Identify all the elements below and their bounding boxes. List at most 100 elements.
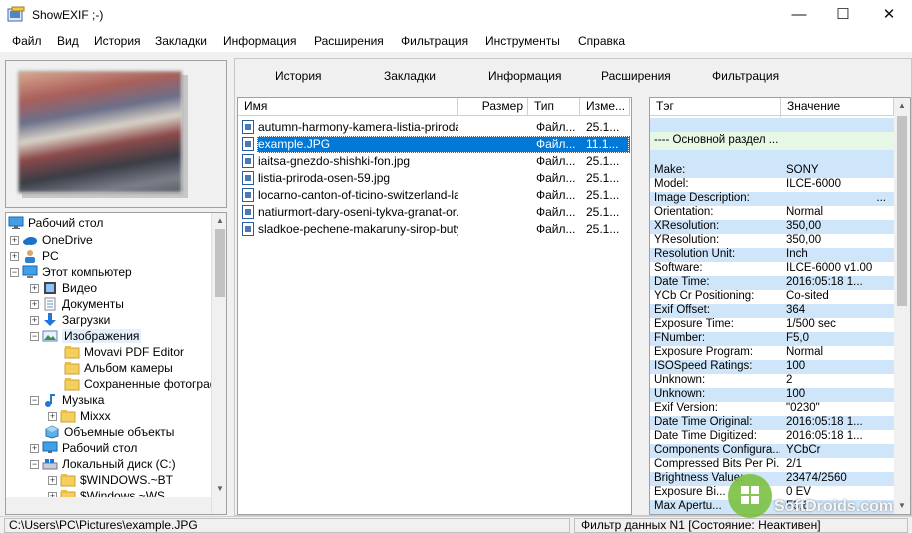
tree-item-this-pc[interactable]: − Этот компьютер — [10, 264, 132, 280]
close-button[interactable]: ✕ — [866, 0, 912, 30]
tree-item-documents[interactable]: + Документы — [30, 296, 124, 312]
column-header-value[interactable]: Значение — [781, 98, 894, 116]
exif-section-header[interactable]: ---- Основной раздел ... — [650, 132, 894, 150]
exif-row[interactable]: Exposure Time: 1/500 sec — [650, 318, 894, 332]
column-header-type[interactable]: Тип — [528, 98, 580, 116]
exif-row[interactable]: Exposure Program: Normal — [650, 346, 894, 360]
scroll-up-icon[interactable]: ▲ — [894, 98, 910, 114]
tree-item-downloads[interactable]: + Загрузки — [30, 312, 110, 328]
scroll-down-icon[interactable]: ▼ — [212, 481, 226, 497]
exif-row[interactable]: Model: ILCE-6000 — [650, 178, 894, 192]
tree-item-desktop[interactable]: Рабочий стол — [8, 215, 103, 231]
file-row[interactable]: autumn-harmony-kamera-listia-priroda... … — [238, 119, 630, 136]
exif-row[interactable]: Image Description:... — [650, 192, 894, 206]
nav-extensions-button[interactable]: Расширения — [601, 69, 671, 83]
status-filter-state: Фильтр данных N1 [Состояние: Неактивен] — [574, 518, 908, 533]
tree-item-local-disk-c[interactable]: − Локальный диск (C:) — [30, 456, 176, 472]
menu-tools[interactable]: Инструменты — [485, 34, 560, 48]
menu-bookmarks[interactable]: Закладки — [155, 34, 207, 48]
column-header-name[interactable]: Имя — [238, 98, 458, 116]
image-file-icon — [242, 120, 254, 134]
tree-item-label: Альбом камеры — [84, 361, 173, 375]
exif-row[interactable]: ISOSpeed Ratings: 100 — [650, 360, 894, 374]
collapse-icon[interactable]: − — [30, 331, 39, 341]
expand-icon[interactable]: + — [10, 235, 19, 245]
tree-item-video[interactable]: + Видео — [30, 280, 97, 296]
menu-filter[interactable]: Фильтрация — [401, 34, 468, 48]
tree-item-windows-bt[interactable]: + $WINDOWS.~BT — [48, 472, 173, 488]
menu-view[interactable]: Вид — [57, 34, 79, 48]
tree-item-camera-roll[interactable]: Альбом камеры — [64, 360, 173, 376]
exif-row[interactable]: FNumber: F5,0 — [650, 332, 894, 346]
exif-row[interactable]: Date Time Original: 2016:05:18 1... — [650, 416, 894, 430]
tree-horizontal-scrollbar[interactable] — [6, 497, 211, 514]
tree-item-label: OneDrive — [42, 233, 93, 247]
exif-value: 364 — [786, 304, 806, 316]
drive-icon — [42, 459, 58, 470]
exif-tag: Make: — [654, 164, 686, 176]
tree-item-movavi[interactable]: Movavi PDF Editor — [64, 344, 184, 360]
tree-item-pictures[interactable]: − Изображения — [30, 328, 142, 344]
maximize-button[interactable]: ☐ — [820, 0, 866, 30]
file-date: 25.1... — [586, 171, 620, 185]
exif-row[interactable]: Make: SONY — [650, 164, 894, 178]
exif-row[interactable]: Resolution Unit: Inch — [650, 248, 894, 262]
file-row[interactable]: iaitsa-gnezdo-shishki-fon.jpg Файл... 25… — [238, 153, 630, 170]
scroll-up-icon[interactable]: ▲ — [212, 213, 226, 229]
nav-info-button[interactable]: Информация — [488, 69, 561, 83]
exif-row[interactable]: Components Configura... YCbCr — [650, 444, 894, 458]
column-header-tag[interactable]: Тэг — [650, 98, 781, 116]
scroll-thumb[interactable] — [215, 229, 225, 297]
exif-row[interactable]: Exif Offset: 364 — [650, 304, 894, 318]
exif-row[interactable]: YResolution: 350,00 — [650, 234, 894, 248]
file-row[interactable]: natiurmort-dary-oseni-tykva-granat-or...… — [238, 204, 630, 221]
expand-icon[interactable]: + — [30, 443, 39, 453]
tree-item-saved-pictures[interactable]: Сохраненные фотографи — [64, 376, 226, 392]
tree-item-label: Рабочий стол — [62, 441, 138, 455]
menu-history[interactable]: История — [94, 34, 141, 48]
exif-row[interactable]: Orientation: Normal — [650, 206, 894, 220]
column-header-size[interactable]: Размер — [458, 98, 528, 116]
exif-row[interactable]: Date Time: 2016:05:18 1... — [650, 276, 894, 290]
exif-row[interactable]: Unknown: 100 — [650, 388, 894, 402]
exif-row[interactable]: Exif Version: "0230" — [650, 402, 894, 416]
expand-icon[interactable]: + — [10, 251, 19, 261]
menu-info[interactable]: Информация — [223, 34, 296, 48]
minimize-button[interactable]: — — [776, 0, 822, 30]
nav-history-button[interactable]: История — [275, 69, 322, 83]
menu-file[interactable]: Файл — [12, 34, 42, 48]
exif-row[interactable]: XResolution: 350,00 — [650, 220, 894, 234]
scroll-thumb[interactable] — [897, 116, 907, 306]
tree-item-pc-user[interactable]: + PC — [10, 248, 59, 264]
menu-extensions[interactable]: Расширения — [314, 34, 384, 48]
image-file-icon — [242, 154, 254, 168]
exif-row[interactable]: Unknown: 2 — [650, 374, 894, 388]
nav-filter-button[interactable]: Фильтрация — [712, 69, 779, 83]
expand-icon[interactable]: + — [48, 411, 57, 421]
file-row[interactable]: sladkoe-pechene-makaruny-sirop-buty... Ф… — [238, 221, 630, 238]
file-row[interactable]: listia-priroda-osen-59.jpg Файл... 25.1.… — [238, 170, 630, 187]
exif-row[interactable]: Software: ILCE-6000 v1.00 — [650, 262, 894, 276]
tree-item-desktop-2[interactable]: + Рабочий стол — [30, 440, 137, 456]
expand-icon[interactable]: + — [30, 283, 39, 293]
tree-item-label: Видео — [62, 281, 98, 295]
menu-help[interactable]: Справка — [578, 34, 625, 48]
collapse-icon[interactable]: − — [10, 267, 19, 277]
tree-item-onedrive[interactable]: + OneDrive — [10, 232, 93, 248]
file-row-selected[interactable]: example.JPG Файл... 11.1... — [238, 136, 630, 153]
column-header-modified[interactable]: Изме... — [580, 98, 630, 116]
tree-vertical-scrollbar[interactable]: ▲ ▼ — [211, 213, 226, 514]
nav-bookmarks-button[interactable]: Закладки — [384, 69, 436, 83]
exif-row[interactable]: Date Time Digitized: 2016:05:18 1... — [650, 430, 894, 444]
file-row[interactable]: locarno-canton-of-ticino-switzerland-la.… — [238, 187, 630, 204]
tree-item-music[interactable]: − Музыка — [30, 392, 104, 408]
exif-vertical-scrollbar[interactable]: ▲ ▼ — [894, 98, 910, 514]
tree-item-3d-objects[interactable]: Объемные объекты — [44, 424, 174, 440]
collapse-icon[interactable]: − — [30, 395, 39, 405]
tree-item-mixxx[interactable]: + Mixxx — [48, 408, 111, 424]
exif-row[interactable]: YCb Cr Positioning: Co-sited — [650, 290, 894, 304]
expand-icon[interactable]: + — [48, 475, 57, 485]
expand-icon[interactable]: + — [30, 315, 39, 325]
expand-icon[interactable]: + — [30, 299, 39, 309]
collapse-icon[interactable]: − — [30, 459, 39, 469]
